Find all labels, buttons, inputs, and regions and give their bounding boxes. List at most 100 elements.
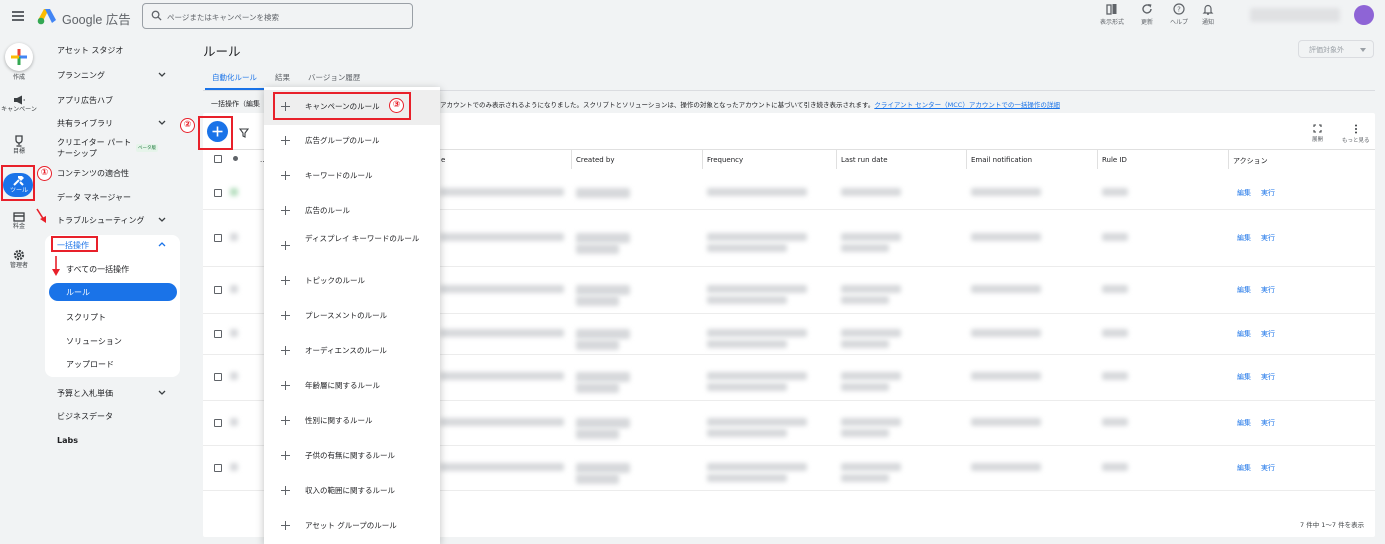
column-divider xyxy=(966,150,967,169)
rail-item-campaigns[interactable]: キャンペーン xyxy=(0,95,38,113)
search-input[interactable]: ページまたはキャンペーンを検索 xyxy=(142,3,413,29)
subnav-solutions[interactable]: ソリューション xyxy=(66,336,122,347)
chevron-down-icon[interactable] xyxy=(158,120,166,126)
menu-icon[interactable] xyxy=(12,11,24,21)
run-rule-link[interactable]: 実行 xyxy=(1261,188,1275,198)
info-banner-body: アカウントでのみ表示されるようになりました。スクリプトとソリューションは、操作の… xyxy=(440,101,875,109)
menu-item-age-rule[interactable]: 年齢層に関するルール xyxy=(264,369,440,404)
row-checkbox[interactable] xyxy=(214,373,222,381)
select-all-checkbox[interactable] xyxy=(214,155,222,163)
subnav-uploads[interactable]: アップロード xyxy=(66,359,114,370)
row-checkbox[interactable] xyxy=(214,188,222,197)
svg-text:?: ? xyxy=(1177,6,1181,14)
subnav-asset-studio[interactable]: アセット スタジオ xyxy=(57,45,123,56)
evaluation-filter-select[interactable]: 評価対象外 xyxy=(1298,40,1374,58)
subnav-shared-library[interactable]: 共有ライブラリ xyxy=(57,118,113,129)
edit-rule-link[interactable]: 編集 xyxy=(1237,233,1251,243)
chevron-down-icon[interactable] xyxy=(158,390,166,396)
tab-version-history[interactable]: バージョン履歴 xyxy=(308,72,360,83)
edit-rule-link[interactable]: 編集 xyxy=(1237,188,1251,198)
more-button[interactable]: もっと見る xyxy=(1342,124,1370,144)
menu-item-display-keyword-rule[interactable]: ディスプレイ キーワードのルール xyxy=(264,229,440,264)
subnav-troubleshooting[interactable]: トラブルシューティング xyxy=(57,215,145,226)
avatar[interactable] xyxy=(1354,5,1374,25)
redacted-cell xyxy=(971,187,1041,196)
menu-item-label: 収入の範囲に関するルール xyxy=(305,486,395,495)
refresh-button[interactable]: 更新 xyxy=(1132,3,1162,26)
subnav-labs[interactable]: Labs xyxy=(57,436,78,445)
menu-item-ad-group-rule[interactable]: 広告グループのルール xyxy=(264,124,440,159)
subnav-app-ad-hub[interactable]: アプリ広告ハブ xyxy=(57,95,113,106)
run-rule-link[interactable]: 実行 xyxy=(1261,463,1275,473)
menu-item-placement-rule[interactable]: プレースメントのルール xyxy=(264,299,440,334)
column-header-created-by[interactable]: Created by xyxy=(576,156,615,164)
view-mode-button[interactable]: 表示形式 xyxy=(1097,3,1127,26)
run-rule-link[interactable]: 実行 xyxy=(1261,418,1275,428)
menu-item-asset-group-rule[interactable]: アセット グループのルール xyxy=(264,509,440,544)
redacted-cell xyxy=(707,462,807,471)
menu-item-keyword-rule[interactable]: キーワードのルール xyxy=(264,159,440,194)
subnav-budgets-bids[interactable]: 予算と入札単価 xyxy=(57,388,113,399)
filter-icon[interactable] xyxy=(239,128,249,138)
column-header-frequency[interactable]: Frequency xyxy=(707,156,743,164)
edit-rule-link[interactable]: 編集 xyxy=(1237,463,1251,473)
rail-item-goals[interactable]: 目標 xyxy=(0,135,38,155)
subnav-planning[interactable]: プランニング xyxy=(57,70,105,81)
tab-results[interactable]: 結果 xyxy=(275,72,290,83)
subnav-scripts[interactable]: スクリプト xyxy=(66,312,106,323)
redacted-cell xyxy=(440,187,564,196)
annotation-box-add-button xyxy=(198,116,233,150)
chevron-down-icon[interactable] xyxy=(158,72,166,78)
row-checkbox[interactable] xyxy=(214,285,222,294)
menu-item-gender-rule[interactable]: 性別に関するルール xyxy=(264,404,440,439)
redacted-cell xyxy=(841,473,889,482)
help-button[interactable]: ? ヘルプ xyxy=(1164,3,1194,26)
notifications-button[interactable]: 通知 xyxy=(1193,3,1223,26)
expand-button[interactable]: 展開 xyxy=(1312,124,1323,143)
chevron-down-icon[interactable] xyxy=(158,217,166,223)
redacted-cell xyxy=(841,243,889,252)
subnav-creator-partnerships[interactable]: クリエイター パートナーシップ xyxy=(57,137,133,159)
subnav-all-bulk-actions[interactable]: すべての一括操作 xyxy=(66,264,129,275)
edit-rule-link[interactable]: 編集 xyxy=(1237,372,1251,382)
subnav-business-data[interactable]: ビジネスデータ xyxy=(57,411,113,422)
redacted-cell xyxy=(576,284,630,295)
menu-item-income-rule[interactable]: 収入の範囲に関するルール xyxy=(264,474,440,509)
redacted-cell xyxy=(707,284,807,293)
search-icon xyxy=(151,10,162,21)
menu-item-audience-rule[interactable]: オーディエンスのルール xyxy=(264,334,440,369)
row-checkbox[interactable] xyxy=(214,329,222,338)
run-rule-link[interactable]: 実行 xyxy=(1261,285,1275,295)
column-header-rule-id[interactable]: Rule ID xyxy=(1102,156,1127,164)
rail-item-billing[interactable]: 料金 xyxy=(0,212,38,230)
mcc-bulk-actions-link[interactable]: クライアント センター（MCC）アカウントでの一括操作の詳細 xyxy=(874,101,1060,109)
chevron-up-icon[interactable] xyxy=(158,241,166,247)
edit-rule-link[interactable]: 編集 xyxy=(1237,418,1251,428)
help-icon: ? xyxy=(1173,3,1185,15)
redacted-cell xyxy=(576,232,630,243)
row-checkbox[interactable] xyxy=(214,233,222,242)
run-rule-link[interactable]: 実行 xyxy=(1261,372,1275,382)
menu-item-parental-status-rule[interactable]: 子供の有無に関するルール xyxy=(264,439,440,474)
menu-item-label: ディスプレイ キーワードのルール xyxy=(305,234,420,243)
subnav-content-suitability[interactable]: コンテンツの適合性 xyxy=(57,168,129,179)
row-checkbox[interactable] xyxy=(214,463,222,472)
run-rule-link[interactable]: 実行 xyxy=(1261,233,1275,243)
subnav-data-manager[interactable]: データ マネージャー xyxy=(57,192,131,203)
create-button[interactable] xyxy=(5,43,33,71)
edit-rule-link[interactable]: 編集 xyxy=(1237,329,1251,339)
tab-automated-rules[interactable]: 自動化ルール xyxy=(212,72,257,83)
redacted-cell xyxy=(440,417,564,426)
menu-item-ad-rule[interactable]: 広告のルール xyxy=(264,194,440,229)
row-checkbox[interactable] xyxy=(214,418,222,427)
edit-rule-link[interactable]: 編集 xyxy=(1237,285,1251,295)
rail-item-admin[interactable]: 管理者 xyxy=(0,249,38,269)
column-divider xyxy=(1228,150,1229,169)
column-header-last-run-date[interactable]: Last run date xyxy=(841,156,888,164)
run-rule-link[interactable]: 実行 xyxy=(1261,329,1275,339)
column-header-email-notification[interactable]: Email notification xyxy=(971,156,1032,164)
redacted-cell xyxy=(1102,372,1128,380)
account-info[interactable] xyxy=(1250,8,1340,22)
menu-item-topic-rule[interactable]: トピックのルール xyxy=(264,264,440,299)
gear-icon xyxy=(13,249,25,261)
